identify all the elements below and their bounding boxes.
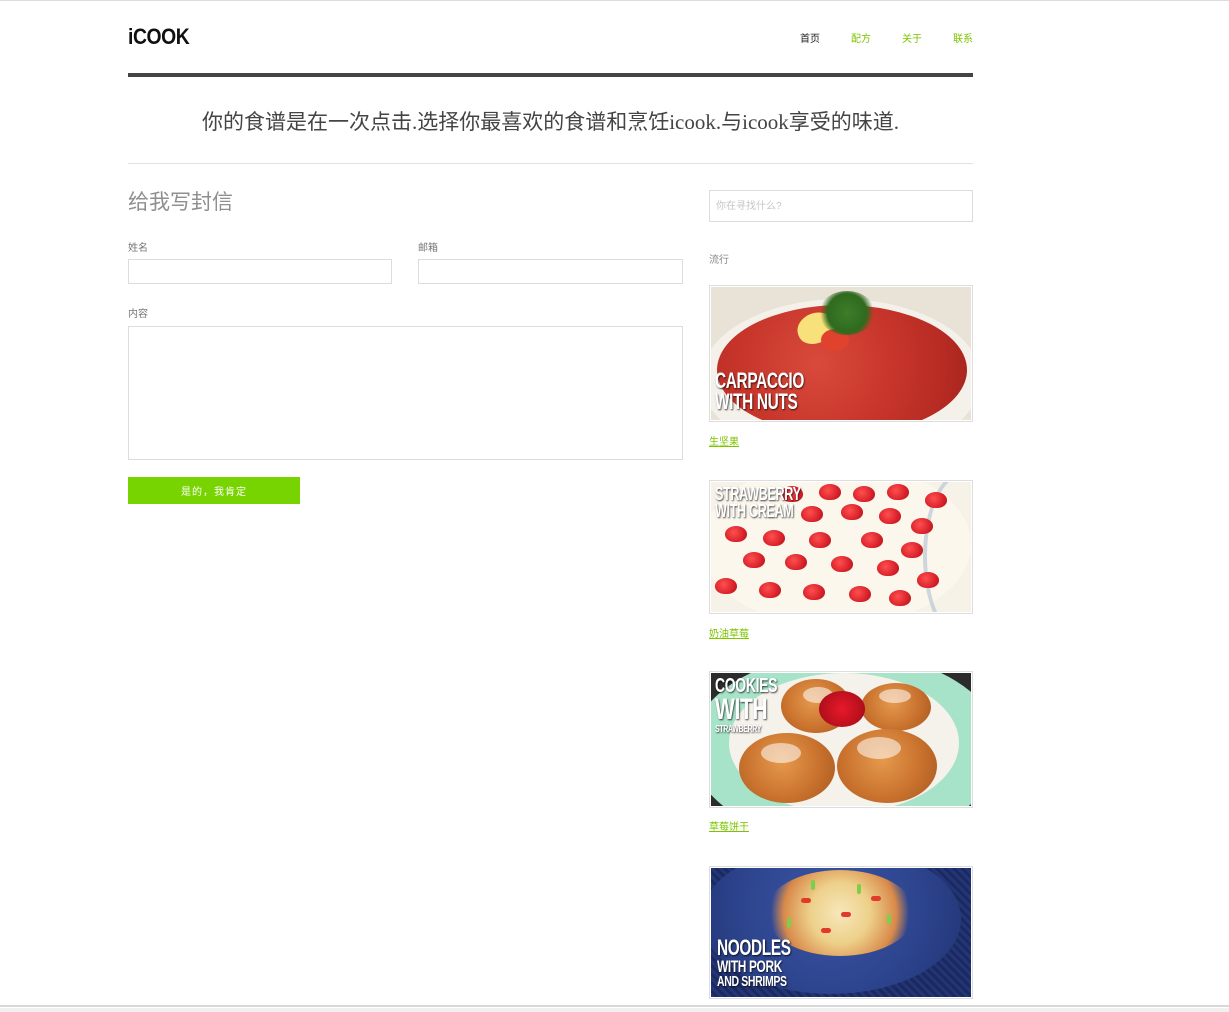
bottom-scroll-area — [0, 1008, 1229, 1012]
recipe-card-carpaccio[interactable]: CARPACCIO WITH NUTS — [709, 285, 973, 422]
nav-item-home[interactable]: 首页 — [800, 30, 820, 45]
content-divider — [128, 163, 973, 164]
name-label: 姓名 — [128, 243, 148, 254]
site-logo[interactable]: iCOOK — [128, 24, 190, 50]
recipe-card-noodles[interactable]: NOODLES WITH PORK AND SHRIMPS — [709, 866, 973, 999]
form-title: 给我写封信 — [128, 190, 233, 214]
nav-item-recipes[interactable]: 配方 — [851, 30, 871, 45]
nav-item-contact[interactable]: 联系 — [953, 30, 973, 45]
email-label: 邮箱 — [418, 243, 438, 254]
bottom-border — [0, 1005, 1229, 1007]
email-input[interactable] — [418, 259, 683, 284]
nav-item-about[interactable]: 关于 — [902, 30, 922, 45]
recipe-link-strawberry[interactable]: 奶油草莓 — [709, 625, 749, 640]
noodles-image: NOODLES WITH PORK AND SHRIMPS — [711, 868, 971, 997]
recipe-link-carpaccio[interactable]: 生坚果 — [709, 433, 739, 448]
recipe-overlay-title: STRAWBERRY WITH CREAM — [715, 484, 801, 522]
name-input[interactable] — [128, 259, 392, 284]
popular-heading: 流行 — [709, 255, 729, 266]
search-input[interactable] — [709, 190, 973, 222]
header-divider — [128, 73, 973, 77]
recipe-overlay-title: CARPACCIO WITH NUTS — [715, 368, 804, 414]
content-textarea[interactable] — [128, 326, 683, 460]
content-label: 内容 — [128, 309, 148, 320]
cookies-image: COOKIES WITH STRAWBERRY — [711, 673, 971, 806]
recipe-link-cookies[interactable]: 草莓饼干 — [709, 818, 749, 833]
site-tagline: 你的食谱是在一次点击.选择你最喜欢的食谱和烹饪icook.与icook享受的味道… — [201, 110, 900, 134]
recipe-overlay-title: COOKIES WITH STRAWBERRY — [715, 675, 778, 735]
top-border — [0, 0, 1229, 1]
submit-button[interactable]: 是的，我肯定 — [128, 477, 300, 504]
recipe-card-cookies[interactable]: COOKIES WITH STRAWBERRY — [709, 671, 973, 808]
strawberry-cream-image: STRAWBERRY WITH CREAM — [711, 482, 971, 612]
carpaccio-image: CARPACCIO WITH NUTS — [711, 287, 971, 420]
main-nav: 首页 配方 关于 联系 — [800, 30, 973, 45]
recipe-overlay-title: NOODLES WITH PORK AND SHRIMPS — [717, 935, 791, 991]
recipe-card-strawberry[interactable]: STRAWBERRY WITH CREAM — [709, 480, 973, 614]
